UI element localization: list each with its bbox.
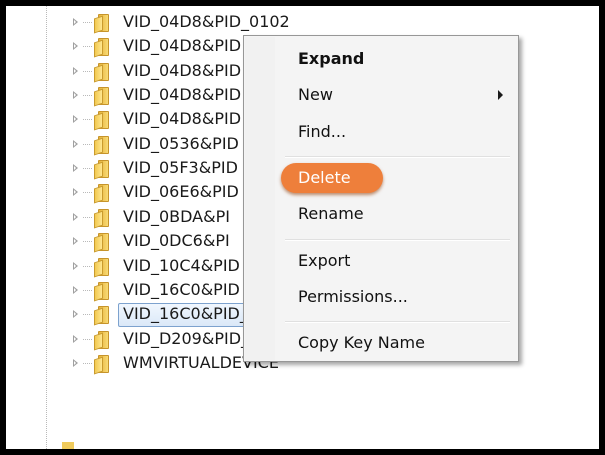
tree-item-label[interactable]: VID_04D8&PID_0102 bbox=[119, 11, 294, 33]
tree-connector bbox=[83, 289, 93, 291]
expand-arrow-icon[interactable] bbox=[73, 212, 78, 221]
expand-arrow-icon[interactable] bbox=[73, 310, 78, 319]
tree-item-label[interactable]: VID_16C0&PID bbox=[119, 279, 244, 301]
folder-icon bbox=[94, 111, 111, 131]
tree-connector bbox=[83, 22, 93, 23]
menu-separator bbox=[285, 239, 510, 241]
expand-arrow-icon[interactable] bbox=[73, 261, 78, 270]
context-menu: Expand New Find... Delete Rename Export … bbox=[243, 35, 519, 362]
expand-arrow-icon[interactable] bbox=[73, 42, 78, 51]
folder-icon bbox=[94, 233, 111, 253]
expand-arrow-icon[interactable] bbox=[73, 66, 78, 75]
tree-connector bbox=[83, 168, 93, 170]
menu-item-export[interactable]: Export bbox=[298, 250, 350, 272]
menu-separator bbox=[285, 156, 510, 158]
tree-connector bbox=[83, 46, 93, 48]
folder-icon bbox=[94, 330, 111, 351]
menu-item-rename[interactable]: Rename bbox=[298, 203, 364, 225]
folder-icon bbox=[94, 135, 111, 156]
expand-arrow-icon[interactable] bbox=[73, 334, 78, 343]
tree-connector bbox=[83, 216, 93, 218]
folder-icon bbox=[94, 14, 111, 34]
menu-item-find[interactable]: Find... bbox=[298, 121, 346, 143]
menu-icon-gutter bbox=[245, 37, 275, 360]
menu-separator bbox=[285, 321, 510, 323]
tree-connector bbox=[83, 143, 93, 145]
tree-item-label[interactable]: VID_10C4&PID bbox=[119, 255, 244, 277]
folder-icon bbox=[94, 208, 111, 229]
expand-arrow-icon[interactable] bbox=[73, 18, 78, 26]
expand-arrow-icon[interactable] bbox=[73, 237, 78, 246]
tree-item[interactable]: VID_04D8&PID_0102 bbox=[6, 11, 336, 35]
expand-arrow-icon[interactable] bbox=[73, 164, 78, 173]
menu-item-expand[interactable]: Expand bbox=[298, 48, 364, 70]
tree-item-label[interactable]: VID_04D8&PID bbox=[119, 84, 245, 106]
menu-item-new[interactable]: New bbox=[298, 84, 333, 106]
folder-icon bbox=[94, 38, 111, 58]
folder-icon bbox=[94, 281, 111, 302]
folder-icon bbox=[94, 184, 111, 204]
menu-item-delete[interactable]: Delete bbox=[298, 167, 351, 189]
tree-connector bbox=[83, 95, 93, 97]
registry-tree-pane: VID_04D8&PID_0102 VID_04D8&PID VID_04D8&PI… bbox=[6, 6, 599, 449]
tree-connector bbox=[83, 338, 93, 340]
tree-item-label[interactable]: VID_06E6&PID bbox=[119, 181, 243, 203]
tree-connector bbox=[83, 241, 93, 243]
tree-item-label[interactable]: VID_04D8&PID bbox=[119, 60, 245, 82]
folder-icon bbox=[94, 257, 111, 277]
menu-item-permissions[interactable]: Permissions... bbox=[298, 286, 408, 308]
tree-item-label[interactable]: VID_04D8&PID bbox=[119, 35, 245, 57]
expand-arrow-icon[interactable] bbox=[73, 285, 78, 294]
tree-item-label[interactable]: VID_0536&PID bbox=[119, 133, 243, 155]
folder-icon bbox=[94, 306, 111, 326]
tree-connector bbox=[83, 70, 93, 72]
tree-item-label[interactable]: VID_05F3&PID bbox=[119, 157, 242, 179]
expand-arrow-icon[interactable] bbox=[73, 115, 78, 124]
tree-item-label[interactable]: VID_0DC6&PI bbox=[119, 230, 234, 252]
expand-arrow-icon[interactable] bbox=[73, 358, 78, 367]
tree-connector bbox=[83, 362, 93, 364]
expand-arrow-icon[interactable] bbox=[73, 91, 78, 100]
tree-connector bbox=[83, 192, 93, 194]
folder-icon bbox=[94, 62, 111, 83]
delete-highlight[interactable]: Delete bbox=[281, 163, 383, 193]
folder-icon bbox=[94, 160, 111, 180]
tree-item-label[interactable]: VID_04D8&PID bbox=[119, 108, 245, 130]
submenu-arrow-icon bbox=[498, 90, 503, 100]
tree-item-label[interactable]: VID_0BDA&PI bbox=[119, 206, 234, 228]
tree-connector bbox=[83, 119, 93, 121]
partial-folder-icon bbox=[62, 442, 74, 449]
tree-connector bbox=[83, 265, 93, 267]
folder-icon bbox=[94, 354, 111, 375]
expand-arrow-icon[interactable] bbox=[73, 188, 78, 197]
menu-item-copy-key-name[interactable]: Copy Key Name bbox=[298, 332, 425, 354]
expand-arrow-icon[interactable] bbox=[73, 139, 78, 148]
tree-connector bbox=[83, 314, 93, 316]
folder-icon bbox=[94, 87, 111, 107]
